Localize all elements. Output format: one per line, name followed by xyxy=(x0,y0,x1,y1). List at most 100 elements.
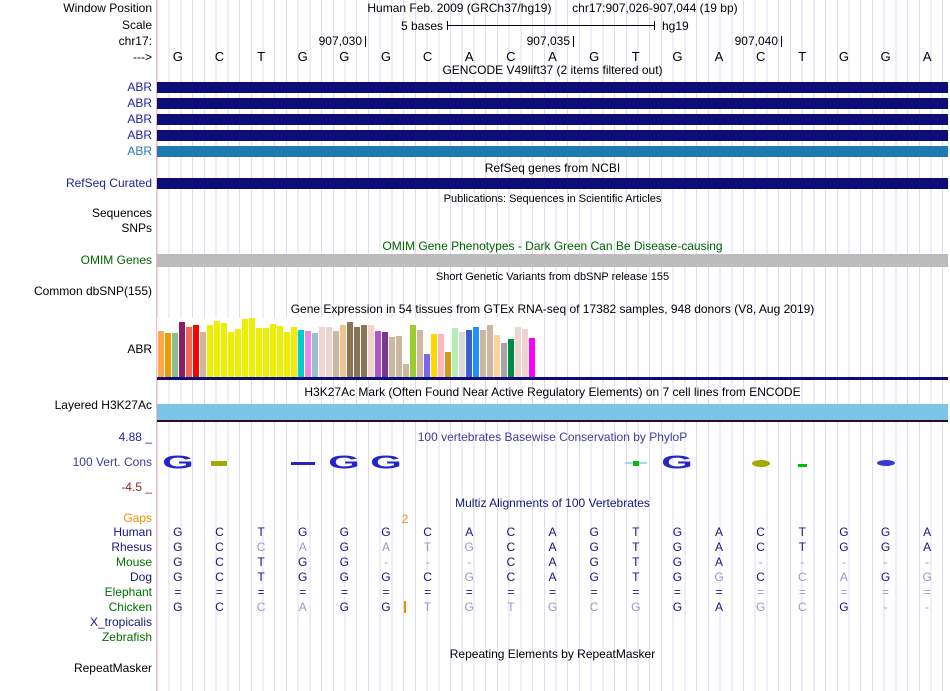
gencode-item-label[interactable]: ABR xyxy=(0,81,152,94)
gencode-item-label[interactable]: ABR xyxy=(0,113,152,126)
multiz-species-label[interactable]: Dog xyxy=(0,571,152,584)
multiz-species-label[interactable]: Human xyxy=(0,526,152,539)
gencode-gene-bar[interactable] xyxy=(157,114,948,125)
gtex-gene-label[interactable]: ABR xyxy=(0,343,152,356)
gtex-tissue-bar[interactable] xyxy=(214,321,220,377)
gtex-tissue-bar[interactable] xyxy=(382,332,388,377)
gtex-tissue-bar[interactable] xyxy=(228,332,234,377)
gtex-tissue-bar[interactable] xyxy=(459,332,465,377)
gtex-tissue-bar[interactable] xyxy=(480,330,486,377)
gtex-tissue-bar[interactable] xyxy=(417,330,423,377)
gtex-tissue-bar[interactable] xyxy=(508,339,514,377)
gtex-tissue-bar[interactable] xyxy=(368,325,374,377)
multiz-base: = xyxy=(673,585,681,599)
omim-genes-label[interactable]: OMIM Genes xyxy=(0,254,152,267)
gtex-tissue-bar[interactable] xyxy=(403,364,409,377)
gtex-tissue-bar[interactable] xyxy=(522,329,528,377)
multiz-base: G xyxy=(298,525,308,539)
gtex-tissue-bar[interactable] xyxy=(284,332,290,377)
gtex-tissue-bar[interactable] xyxy=(410,325,416,377)
gtex-tissue-bar[interactable] xyxy=(375,331,381,377)
gtex-tissue-bar[interactable] xyxy=(340,325,346,377)
gtex-tissue-bar[interactable] xyxy=(291,327,297,377)
gtex-tissue-bar[interactable] xyxy=(158,331,164,377)
gencode-gene-bar[interactable] xyxy=(157,130,948,141)
conservation-max-label: 4.88 _ xyxy=(118,430,152,444)
gtex-tissue-bar[interactable] xyxy=(529,338,535,377)
snps-label[interactable]: SNPs xyxy=(0,222,152,235)
omim-gene-bar[interactable] xyxy=(157,254,948,267)
gtex-tissue-bar[interactable] xyxy=(319,327,325,377)
gtex-tissue-bar[interactable] xyxy=(347,322,353,377)
gtex-tissue-bar[interactable] xyxy=(466,330,472,377)
common-dbsnp-label[interactable]: Common dbSNP(155) xyxy=(0,285,152,298)
multiz-base: G xyxy=(631,600,641,614)
gtex-tissue-bar[interactable] xyxy=(431,334,437,377)
multiz-base: G xyxy=(839,540,849,554)
multiz-base: A xyxy=(465,525,474,539)
gtex-tissue-bar[interactable] xyxy=(172,333,178,377)
gtex-tissue-bar[interactable] xyxy=(438,334,444,377)
gtex-tissue-bar[interactable] xyxy=(326,327,332,377)
gtex-tissue-bar[interactable] xyxy=(396,336,402,377)
gencode-gene-bar[interactable] xyxy=(157,82,948,93)
sequences-label[interactable]: Sequences xyxy=(0,207,152,220)
gtex-tissue-bar[interactable] xyxy=(179,322,185,377)
multiz-base: = xyxy=(299,585,307,599)
gtex-tissue-bar[interactable] xyxy=(312,333,318,377)
gtex-tissue-bar[interactable] xyxy=(445,352,451,377)
gtex-tissue-bar[interactable] xyxy=(424,354,430,377)
gtex-tissue-bar[interactable] xyxy=(249,318,255,377)
gtex-tissue-bar[interactable] xyxy=(165,333,171,377)
gtex-tissue-bar[interactable] xyxy=(186,327,192,377)
gencode-gene-bar[interactable] xyxy=(157,98,948,109)
refseq-curated-label[interactable]: RefSeq Curated xyxy=(0,177,152,190)
gencode-item-label[interactable]: ABR xyxy=(0,145,152,158)
gtex-tissue-bar[interactable] xyxy=(242,319,248,377)
gtex-tissue-bar[interactable] xyxy=(207,325,213,377)
gtex-tissue-bar[interactable] xyxy=(501,343,507,377)
multiz-base: C xyxy=(506,525,516,539)
multiz-base: T xyxy=(507,600,515,614)
gtex-tissue-bar[interactable] xyxy=(200,332,206,377)
gtex-tissue-bar[interactable] xyxy=(235,329,241,377)
gencode-gene-bar[interactable] xyxy=(157,146,948,157)
multiz-species-label[interactable]: Mouse xyxy=(0,556,152,569)
gencode-item-label[interactable]: ABR xyxy=(0,97,152,110)
gtex-tissue-bar[interactable] xyxy=(270,324,276,377)
gtex-tissue-bar[interactable] xyxy=(354,327,360,377)
repeatmasker-label[interactable]: RepeatMasker xyxy=(0,662,152,675)
multiz-base: - xyxy=(883,555,888,569)
gtex-tissue-bar[interactable] xyxy=(494,335,500,377)
gtex-tissue-bar[interactable] xyxy=(452,328,458,377)
gtex-tissue-bar[interactable] xyxy=(298,330,304,377)
gtex-tissue-bar[interactable] xyxy=(361,325,367,377)
multiz-base: = xyxy=(840,585,848,599)
multiz-species-label[interactable]: Rhesus xyxy=(0,541,152,554)
gtex-tissue-bar[interactable] xyxy=(473,327,479,377)
multiz-species-label[interactable]: Zebrafish xyxy=(0,631,152,644)
gtex-tissue-bar[interactable] xyxy=(263,328,269,377)
gtex-tissue-bar[interactable] xyxy=(487,325,493,377)
h3k27ac-signal-bar[interactable] xyxy=(157,404,948,420)
genome-label: hg19 xyxy=(662,19,689,33)
conservation-track-label[interactable]: 100 Vert. Cons xyxy=(0,456,152,469)
multiz-species-label[interactable]: X_tropicalis xyxy=(0,616,152,629)
gencode-item-label[interactable]: ABR xyxy=(0,129,152,142)
multiz-species-label[interactable]: Chicken xyxy=(0,601,152,614)
multiz-base: T xyxy=(632,555,640,569)
refseq-gene-bar[interactable] xyxy=(157,178,948,189)
gtex-tissue-bar[interactable] xyxy=(277,326,283,377)
layered-h3k27ac-label[interactable]: Layered H3K27Ac xyxy=(0,399,152,412)
gtex-tissue-bar[interactable] xyxy=(305,331,311,377)
gtex-tissue-bar[interactable] xyxy=(515,327,521,377)
gtex-tissue-bar[interactable] xyxy=(333,331,339,377)
multiz-base: T xyxy=(423,540,432,554)
gtex-tissue-bar[interactable] xyxy=(389,337,395,377)
multiz-species-label[interactable]: Elephant xyxy=(0,586,152,599)
gtex-tissue-bar[interactable] xyxy=(256,328,262,377)
multiz-base: C xyxy=(256,540,266,554)
multiz-base: C xyxy=(756,540,765,554)
gtex-tissue-bar[interactable] xyxy=(193,325,199,377)
gtex-tissue-bar[interactable] xyxy=(221,323,227,377)
